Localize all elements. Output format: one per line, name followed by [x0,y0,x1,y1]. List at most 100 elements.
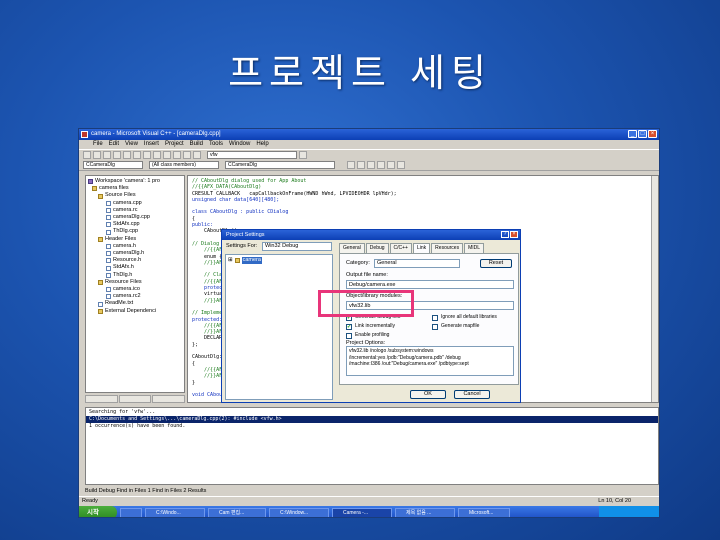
dialog-close-button[interactable]: × [510,231,518,238]
tree-file[interactable]: cameraDlg.h [88,250,182,257]
output-pane[interactable]: Searching for 'vfw'... C:\Documents and … [85,407,659,485]
cut-icon[interactable] [123,151,131,159]
generate-mapfile-checkbox[interactable]: Generate mapfile [432,323,479,330]
tree-folder[interactable]: Resource Files [88,279,182,286]
go-icon[interactable] [387,161,395,169]
ignore-default-libraries-checkbox[interactable]: Ignore all default libraries [432,314,497,321]
new-file-icon[interactable] [83,151,91,159]
tab-resources[interactable]: Resources [431,243,464,253]
class-combo[interactable]: CCameraDlg [83,161,143,169]
app-icon [81,131,88,138]
tree-file[interactable]: StdAfx.h [88,264,182,271]
menu-file[interactable]: File [93,140,103,149]
ok-button[interactable]: OK [410,390,446,399]
tree-file[interactable]: camera.rc2 [88,293,182,300]
find-combo[interactable]: vfw [207,151,297,159]
classview-tab[interactable] [85,395,118,403]
taskbar-item[interactable]: Camera -... [332,507,392,517]
menu-edit[interactable]: Edit [109,140,119,149]
minimize-button[interactable]: _ [628,130,637,138]
expand-icon[interactable]: ⊞ [228,257,233,264]
link-incrementally-checkbox[interactable]: ✔ Link incrementally [346,323,395,330]
tree-file[interactable]: cameraDlg.cpp [88,214,182,221]
execute-icon[interactable] [377,161,385,169]
category-label: Category: [346,260,370,266]
tree-file[interactable]: ThDlg.cpp [88,228,182,235]
project-options-text[interactable]: vfw32.lib /nologo /subsystem:windows /in… [346,346,514,376]
enable-profiling-checkbox[interactable]: Enable profiling [346,332,389,339]
tree-file[interactable]: camera.ico [88,286,182,293]
menu-help[interactable]: Help [256,140,268,149]
taskbar-item[interactable]: Cam 편집... [208,507,266,517]
tree-workspace[interactable]: Workspace 'camera': 1 pro [88,178,182,185]
tree-project[interactable]: camera files [88,185,182,192]
function-combo[interactable]: CCameraDlg [225,161,335,169]
menu-project[interactable]: Project [165,140,184,149]
members-combo[interactable]: (All class members) [149,161,219,169]
paste-icon[interactable] [143,151,151,159]
taskbar-item[interactable]: C:\Windo... [145,507,205,517]
redo-icon[interactable] [163,151,171,159]
close-button[interactable]: × [648,130,657,138]
menu-build[interactable]: Build [190,140,203,149]
compile-icon[interactable] [347,161,355,169]
tree-file[interactable]: Resource.h [88,257,182,264]
output-icon[interactable] [183,151,191,159]
tree-file[interactable]: camera.cpp [88,200,182,207]
tab-general[interactable]: General [339,243,365,253]
output-tabs[interactable]: Build Debug Find in Files 1 Find in File… [85,487,206,495]
tree-file[interactable]: camera.h [88,243,182,250]
file-icon [106,272,111,278]
save-icon[interactable] [103,151,111,159]
output-line-selected[interactable]: C:\Documents and Settings\...\cameraDlg.… [86,416,658,423]
tree-folder[interactable]: External Dependenci [88,308,182,315]
settings-for-combo[interactable]: Win32 Debug [262,242,332,251]
link-tab-panel: Category: General Reset Output file name… [339,253,519,385]
tree-file[interactable]: ReadMe.txt [88,300,182,307]
tree-file[interactable]: ThDlg.h [88,272,182,279]
tree-file[interactable]: StdAfx.cpp [88,221,182,228]
help-button[interactable]: ? [501,231,509,238]
taskbar-item[interactable]: 제목 없음 ... [395,507,455,517]
fileview-tab[interactable] [152,395,186,403]
copy-icon[interactable] [133,151,141,159]
tab-link[interactable]: Link [412,243,431,253]
find-icon[interactable] [299,151,307,159]
output-file-field[interactable]: Debug/camera.exe [346,280,514,289]
tree-project[interactable]: ⊞ camera [228,257,330,265]
file-icon [106,251,111,257]
tree-folder[interactable]: Header Files [88,236,182,243]
editor-scrollbar[interactable] [651,176,658,402]
resourceview-tab[interactable] [118,395,152,403]
project-tree: ⊞ camera [225,254,333,400]
start-button[interactable]: 시작 [79,506,117,517]
maximize-button[interactable]: □ [638,130,647,138]
breakpoint-icon[interactable] [397,161,405,169]
undo-icon[interactable] [153,151,161,159]
menu-insert[interactable]: Insert [144,140,159,149]
project-icon [234,258,240,264]
stop-build-icon[interactable] [367,161,375,169]
taskbar-item[interactable]: Microsoft... [458,507,510,517]
menu-view[interactable]: View [125,140,138,149]
menu-tools[interactable]: Tools [209,140,223,149]
category-combo[interactable]: General [374,259,460,268]
tree-file[interactable]: camera.rc [88,207,182,214]
cancel-button[interactable]: Cancel [454,390,490,399]
workspace-icon[interactable] [173,151,181,159]
menu-window[interactable]: Window [229,140,250,149]
file-icon [106,258,111,264]
tab-cpp[interactable]: C/C++ [389,243,412,253]
save-all-icon[interactable] [113,151,121,159]
tab-debug[interactable]: Debug [365,243,389,253]
open-icon[interactable] [93,151,101,159]
taskbar-item[interactable]: C:\Window... [269,507,329,517]
tab-midl[interactable]: MIDL [464,243,485,253]
tree-folder[interactable]: Source Files [88,192,182,199]
reset-button[interactable]: Reset [480,259,512,268]
settings-for-label: Settings For: [226,243,258,249]
quicklaunch[interactable] [120,507,142,517]
dialog-tabs: General Debug C/C++ Link Resources MIDL [339,243,485,253]
find-in-files-icon[interactable] [193,151,201,159]
build-icon[interactable] [357,161,365,169]
